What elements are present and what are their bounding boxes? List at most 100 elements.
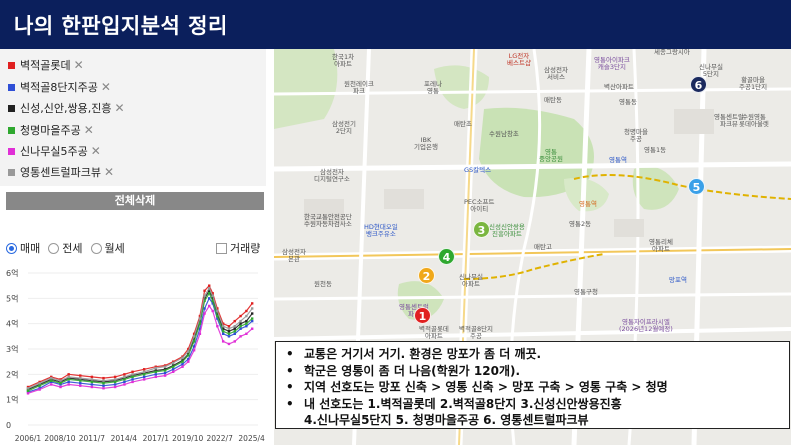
remove-icon[interactable]: ✕ bbox=[114, 101, 124, 115]
data-point bbox=[59, 382, 62, 385]
data-point bbox=[113, 380, 117, 384]
map-label: 삼성전자 본관 bbox=[282, 248, 306, 263]
map-marker-3[interactable]: 3 bbox=[473, 221, 490, 238]
data-point bbox=[216, 314, 219, 318]
delete-all-button[interactable]: 전체삭제 bbox=[6, 192, 264, 210]
x-tick-label: 2014/4 bbox=[111, 434, 138, 443]
data-point bbox=[233, 340, 236, 343]
map-label: 수원남창초 bbox=[489, 130, 519, 138]
data-point bbox=[79, 382, 82, 385]
data-point bbox=[113, 375, 117, 379]
y-tick-label: 2억 bbox=[6, 369, 18, 379]
y-tick-label: 0 bbox=[6, 421, 11, 430]
note-item: • 지역 선호도는 망포 신축 > 영통 신축 > 망포 구축 > 영통 구축 … bbox=[282, 379, 781, 396]
x-tick-label: 2006/1 bbox=[15, 434, 42, 443]
map-label: 한국교통안전공단 수원자동차검사소 bbox=[304, 213, 352, 228]
data-point bbox=[102, 384, 105, 387]
x-tick-label: 2008/10 bbox=[44, 434, 75, 443]
map-label: 벽적골8단지 주공 bbox=[459, 325, 494, 340]
data-point bbox=[113, 385, 117, 389]
data-point bbox=[172, 370, 175, 373]
map-label: 원천동 bbox=[314, 280, 332, 288]
data-point bbox=[250, 317, 254, 320]
note-text: 학군은 영통이 좀 더 나음(학원가 120개). bbox=[304, 363, 521, 378]
map-marker-6[interactable]: 6 bbox=[690, 76, 707, 93]
data-point bbox=[90, 380, 94, 384]
map-marker-5[interactable]: 5 bbox=[688, 178, 705, 195]
data-point bbox=[227, 335, 231, 338]
y-tick-label: 5억 bbox=[6, 293, 18, 303]
data-point bbox=[239, 314, 242, 318]
remove-icon[interactable]: ✕ bbox=[74, 58, 84, 72]
data-point bbox=[181, 363, 184, 366]
radio-jeonse[interactable] bbox=[48, 242, 60, 254]
data-point bbox=[250, 302, 254, 305]
data-point bbox=[203, 289, 206, 292]
radio-monthly-label: 월세 bbox=[104, 242, 125, 255]
data-point bbox=[245, 314, 248, 318]
notes-box: • 교통은 거기서 거기. 환경은 망포가 좀 더 깨끗. • 학군은 영통이 … bbox=[275, 341, 790, 429]
data-point bbox=[208, 297, 211, 300]
map-label: 삼성전자 디지털연구소 bbox=[314, 168, 350, 183]
data-point bbox=[123, 373, 126, 376]
map-label: HD현대오일 뱅크주유소 bbox=[364, 223, 398, 238]
note-item: • 내 선호도는 1.벽적골롯데 2.벽적골8단지 3.신성신안쌍용진흥 bbox=[282, 396, 781, 413]
data-point bbox=[154, 375, 157, 379]
data-point bbox=[50, 383, 53, 386]
map-label: 영통역 bbox=[579, 200, 597, 208]
bullet: • bbox=[286, 363, 294, 378]
complex-name: 청명마을주공 bbox=[20, 124, 81, 137]
map-marker-2[interactable]: 2 bbox=[418, 267, 435, 284]
data-point bbox=[38, 384, 41, 387]
series-line bbox=[27, 285, 253, 388]
data-point bbox=[79, 376, 82, 380]
remove-icon[interactable]: ✕ bbox=[91, 144, 101, 158]
price-chart-container: 0 1억 2억 3억 4억 5억 6억 2006/1 2008/10 2011/7 2014/4 20… bbox=[0, 264, 266, 445]
map-label: 신성신안쌍용 진흥아파트 bbox=[489, 223, 525, 238]
data-point bbox=[123, 383, 126, 386]
map-label: 세종그랑시아 bbox=[654, 49, 690, 56]
map-label: IBK 기업은행 bbox=[414, 136, 438, 151]
data-point bbox=[142, 368, 146, 371]
data-point bbox=[208, 284, 211, 287]
data-point bbox=[208, 287, 211, 290]
map-label: 망포역 bbox=[669, 276, 687, 284]
data-point bbox=[38, 382, 41, 385]
data-point bbox=[131, 375, 134, 379]
complex-name: 신성,신안,쌍용,진흥 bbox=[20, 102, 112, 115]
data-point bbox=[221, 325, 225, 328]
map-marker-1[interactable]: 1 bbox=[414, 307, 431, 324]
data-point bbox=[187, 360, 190, 363]
data-point bbox=[102, 376, 105, 380]
volume-checkbox[interactable] bbox=[216, 242, 227, 254]
data-point bbox=[203, 312, 206, 315]
map-label: 매탄초 bbox=[454, 120, 472, 128]
data-point bbox=[239, 319, 242, 323]
data-point bbox=[250, 312, 254, 315]
radio-sale[interactable] bbox=[6, 242, 17, 254]
data-point bbox=[221, 340, 225, 343]
data-point bbox=[154, 370, 157, 373]
remove-icon[interactable]: ✕ bbox=[84, 123, 94, 137]
data-point bbox=[123, 380, 126, 384]
data-point bbox=[216, 309, 219, 313]
data-point bbox=[154, 373, 157, 376]
remove-icon[interactable]: ✕ bbox=[104, 165, 114, 179]
radio-monthly[interactable] bbox=[90, 242, 102, 254]
bullet: • bbox=[286, 347, 294, 361]
remove-icon[interactable]: ✕ bbox=[101, 80, 111, 94]
data-point bbox=[227, 332, 231, 335]
data-point bbox=[250, 327, 254, 330]
data-point bbox=[203, 294, 206, 297]
data-point bbox=[142, 378, 146, 381]
x-tick-label: 2017/1 bbox=[143, 434, 170, 443]
note-text: 지역 선호도는 망포 신축 > 영통 신축 > 망포 구축 > 영통 구축 > … bbox=[304, 380, 668, 394]
map-label: 영통센트럴 파크뷰 bbox=[714, 113, 744, 128]
map-marker-4[interactable]: 4 bbox=[438, 248, 455, 265]
map-label: 영통동 bbox=[619, 98, 637, 106]
complex-item-sinseong: 신성,신안,쌍용,진흥 ✕ bbox=[8, 101, 125, 115]
note-item: • 교통은 거기서 거기. 환경은 망포가 좀 더 깨끗. bbox=[282, 346, 781, 363]
data-point bbox=[102, 387, 105, 390]
data-point bbox=[102, 379, 105, 382]
radio-sale-label: 매매 bbox=[20, 242, 41, 255]
